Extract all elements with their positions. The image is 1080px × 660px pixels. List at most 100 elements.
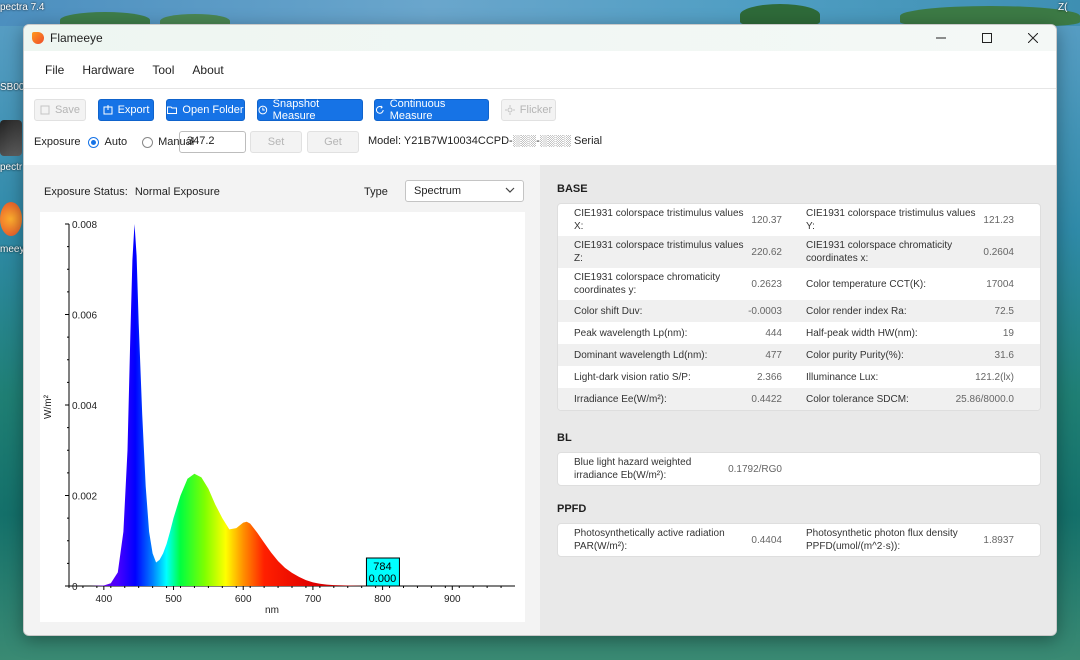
- title-bar: Flameeye: [24, 25, 1056, 51]
- param-label: Irradiance Ee(W/m²):: [574, 393, 667, 405]
- bl-card: Blue light hazard weighted irradiance Eb…: [557, 452, 1041, 486]
- exposure-status-value: Normal Exposure: [134, 186, 220, 198]
- desktop-flameeye-icon[interactable]: [0, 202, 22, 236]
- desktop-label[interactable]: pectr: [0, 162, 22, 173]
- cursor-readout-value: 784: [373, 561, 391, 573]
- minimize-button[interactable]: [918, 25, 964, 51]
- base-row: Color shift Duv: -0.0003 Color render inde…: [558, 300, 1040, 322]
- desktop-label[interactable]: SB00: [0, 82, 24, 93]
- bl-cell: [790, 453, 1022, 485]
- menu-hardware[interactable]: Hardware: [73, 63, 143, 77]
- minimize-icon: [936, 37, 946, 39]
- chevron-down-icon: [505, 187, 515, 193]
- continuous-measure-button[interactable]: Continuous Measure: [374, 98, 489, 122]
- auto-label[interactable]: Auto: [104, 136, 127, 148]
- maximize-button[interactable]: [964, 25, 1010, 51]
- menu-file[interactable]: File: [36, 63, 73, 77]
- param-value: 477: [765, 349, 782, 361]
- param-value: 0.4422: [751, 393, 782, 405]
- exposure-status: Exposure Status: Normal Exposure: [44, 186, 220, 198]
- base-row: Light-dark vision ratio S/P: 2.366 Illumin…: [558, 366, 1040, 388]
- save-button[interactable]: Save: [34, 99, 86, 121]
- set-button[interactable]: Set: [250, 131, 302, 153]
- param-value: 17004: [986, 278, 1014, 290]
- type-label: Type: [364, 186, 388, 198]
- x-tick-label: 900: [444, 594, 461, 605]
- base-cell: CIE1931 colorspace tristimulus values X:…: [558, 204, 790, 236]
- type-select[interactable]: Spectrum: [405, 180, 524, 202]
- timer-icon: [258, 105, 268, 115]
- export-label: Export: [117, 104, 150, 116]
- param-value: 0.1792/RG0: [728, 463, 782, 475]
- base-row: CIE1931 colorspace tristimulus values Z:…: [558, 236, 1040, 268]
- open-folder-label: Open Folder: [182, 104, 244, 116]
- menu-about[interactable]: About: [183, 63, 232, 77]
- param-label: Half-peak width HW(nm):: [806, 327, 918, 339]
- snapshot-measure-button[interactable]: Snapshot Measure: [257, 98, 363, 122]
- y-tick-label: 0: [72, 582, 78, 593]
- exposure-row: Exposure Auto Manual: [34, 131, 194, 153]
- bl-cell: Blue light hazard weighted irradiance Eb…: [558, 453, 790, 485]
- param-value: 220.62: [751, 246, 782, 258]
- window-title: Flameeye: [50, 31, 103, 45]
- auto-radio[interactable]: [88, 136, 100, 148]
- base-cell: Illuminance Lux: 121.2(lx): [790, 366, 1022, 388]
- base-section-title: BASE: [557, 183, 588, 195]
- desktop-island: [900, 6, 1080, 26]
- desktop-label[interactable]: pectra 7.4: [0, 2, 44, 13]
- exposure-status-label: Exposure Status:: [44, 186, 128, 198]
- desktop-island: [740, 4, 820, 26]
- param-label: Peak wavelength Lp(nm):: [574, 327, 688, 339]
- param-label: Color render index Ra:: [806, 305, 907, 317]
- base-cell: Half-peak width HW(nm): 19: [790, 322, 1022, 344]
- close-icon: [1028, 33, 1038, 43]
- base-row: Peak wavelength Lp(nm): 444 Half-peak widt…: [558, 322, 1040, 344]
- y-axis-label: W/m²: [43, 394, 54, 419]
- menu-tool[interactable]: Tool: [143, 63, 183, 77]
- y-tick-label: 0.006: [72, 311, 97, 322]
- refresh-icon: [375, 105, 384, 114]
- export-button[interactable]: Export: [98, 99, 154, 121]
- param-label: CIE1931 colorspace tristimulus values Y:: [806, 208, 976, 232]
- bl-row: Blue light hazard weighted irradiance Eb…: [558, 453, 1040, 485]
- flame-icon: [32, 32, 44, 44]
- spectrum-panel: Exposure Status: Normal Exposure Type Sp…: [24, 165, 540, 635]
- base-row: Dominant wavelength Ld(nm): 477 Color puri…: [558, 344, 1040, 366]
- cursor-readout-value: 0.000: [369, 573, 397, 585]
- x-axis-label: nm: [265, 605, 279, 616]
- exposure-label: Exposure: [34, 136, 81, 148]
- param-value: 0.2623: [751, 278, 782, 290]
- param-label: Photosynthetically active radiation PAR(…: [574, 528, 725, 552]
- param-value: 0.4404: [751, 534, 782, 546]
- close-button[interactable]: [1010, 25, 1056, 51]
- spectrum-chart[interactable]: 400 500 600 700 800 900 0.008 0.006 0.004 0.002 0 n…: [40, 212, 525, 622]
- get-label: Get: [324, 136, 342, 148]
- param-value: 19: [1002, 327, 1014, 339]
- folder-icon: [167, 106, 178, 114]
- desktop-label[interactable]: Z(: [1058, 2, 1067, 13]
- set-label: Set: [267, 136, 285, 148]
- base-cell: Color render index Ra: 72.5: [790, 300, 1022, 322]
- snapshot-measure-label: Snapshot Measure: [272, 98, 320, 122]
- get-button[interactable]: Get: [307, 131, 359, 153]
- exposure-value-input[interactable]: 347.2: [179, 131, 246, 153]
- param-value: 121.23: [983, 214, 1014, 226]
- param-value: 2.366: [756, 371, 782, 383]
- y-tick-label: 0.002: [72, 492, 97, 503]
- base-cell: Color shift Duv: -0.0003: [558, 300, 790, 322]
- base-cell: CIE1931 colorspace chromaticity coordina…: [558, 268, 790, 300]
- base-row: Irradiance Ee(W/m²): 0.4422 Color toleranc…: [558, 388, 1040, 410]
- ppfd-cell: Photosynthetic photon flux density PPFD(…: [790, 524, 1022, 556]
- manual-radio[interactable]: [142, 136, 154, 148]
- desktop-app-icon[interactable]: [0, 120, 22, 156]
- param-label: CIE1931 colorspace chromaticity coordina…: [806, 240, 953, 264]
- y-tick-label: 0.008: [72, 220, 97, 231]
- base-cell: Color temperature CCT(K): 17004: [790, 268, 1022, 300]
- flicker-button[interactable]: Flicker: [501, 99, 556, 121]
- base-cell: Light-dark vision ratio S/P: 2.366: [558, 366, 790, 388]
- x-tick-label: 500: [165, 594, 182, 605]
- spectrum-chart-svg[interactable]: 400 500 600 700 800 900 0.008 0.006 0.004 0.002 0 n…: [40, 212, 525, 622]
- save-icon: [40, 105, 50, 115]
- base-row: CIE1931 colorspace chromaticity coordina…: [558, 268, 1040, 300]
- open-folder-button[interactable]: Open Folder: [166, 99, 245, 121]
